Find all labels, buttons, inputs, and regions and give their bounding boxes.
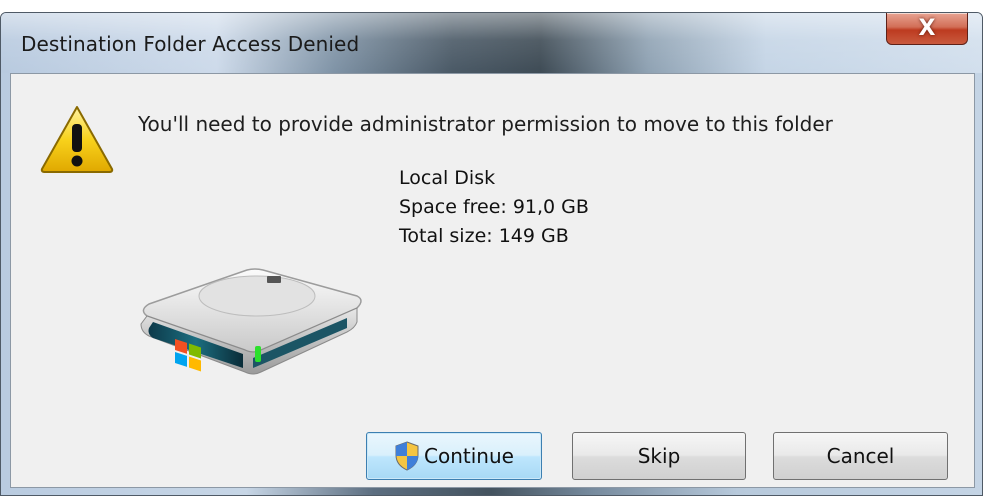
uac-shield-icon [395,441,419,471]
disk-total-size: Total size: 149 GB [399,225,569,247]
hard-drive-icon [140,268,362,375]
cancel-button[interactable]: Cancel [773,432,948,480]
dialog-body: You'll need to provide administrator per… [10,73,975,488]
continue-label: Continue [424,444,514,468]
title-bar[interactable]: Destination Folder Access Denied X [1,13,982,73]
permission-message: You'll need to provide administrator per… [138,112,833,136]
skip-label: Skip [637,444,681,468]
warning-icon [40,106,114,173]
close-icon: X [918,16,936,41]
disk-name: Local Disk [399,167,496,189]
window-title: Destination Folder Access Denied [21,32,360,56]
disk-info: Local Disk Space free: 91,0 GB Total siz… [399,164,589,251]
continue-button[interactable]: Continue [366,432,542,480]
dialog-window: Destination Folder Access Denied X You'l… [0,12,983,496]
close-button[interactable]: X [886,13,968,45]
cancel-label: Cancel [826,444,895,468]
skip-button[interactable]: Skip [572,432,746,480]
disk-space-free: Space free: 91,0 GB [399,196,589,218]
